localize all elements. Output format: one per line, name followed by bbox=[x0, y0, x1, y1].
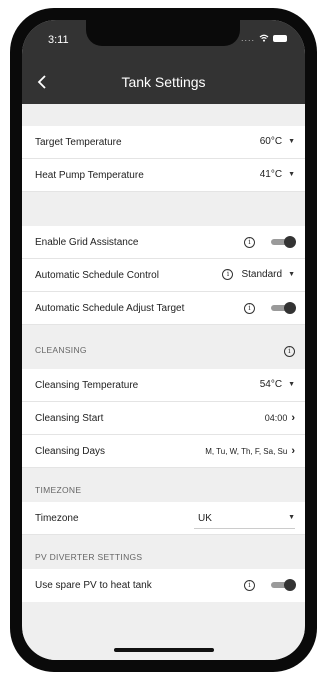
info-icon[interactable]: i bbox=[244, 579, 255, 591]
cleansing-days-value: M, Tu, W, Th, F, Sa, Su bbox=[205, 446, 288, 456]
caret-down-icon: ▼ bbox=[288, 514, 295, 521]
settings-list: Target Temperature 60°C ▼ Heat Pump Temp… bbox=[22, 104, 305, 602]
use-spare-pv-toggle[interactable] bbox=[271, 579, 296, 591]
timezone-section-header: TIMEZONE bbox=[22, 468, 305, 502]
heat-pump-temperature-row[interactable]: Heat Pump Temperature 41°C ▼ bbox=[22, 159, 305, 192]
cleansing-start-value: 04:00 bbox=[264, 413, 288, 423]
enable-grid-assistance-toggle[interactable] bbox=[271, 236, 296, 248]
toggle-knob bbox=[284, 236, 296, 248]
caret-down-icon: ▼ bbox=[288, 138, 295, 145]
cleansing-start-row[interactable]: Cleansing Start 04:00 › bbox=[22, 402, 305, 435]
enable-grid-assistance-row: Enable Grid Assistance i bbox=[22, 226, 305, 259]
target-temperature-label: Target Temperature bbox=[35, 137, 122, 148]
home-indicator[interactable] bbox=[114, 648, 214, 652]
timezone-select-underline bbox=[194, 528, 295, 529]
enable-grid-assistance-label: Enable Grid Assistance bbox=[35, 237, 139, 248]
use-spare-pv-label: Use spare PV to heat tank bbox=[35, 580, 152, 591]
use-spare-pv-controls: i bbox=[244, 579, 296, 591]
automatic-schedule-adjust-row: Automatic Schedule Adjust Target i bbox=[22, 292, 305, 325]
screen: 3:11 .... Tank Settings Target Temperatu… bbox=[22, 20, 305, 660]
info-icon[interactable]: i bbox=[244, 302, 255, 314]
cleansing-temperature-label: Cleansing Temperature bbox=[35, 380, 139, 391]
target-temperature-row[interactable]: Target Temperature 60°C ▼ bbox=[22, 126, 305, 159]
toggle-knob bbox=[284, 579, 296, 591]
caret-down-icon: ▼ bbox=[288, 171, 295, 178]
battery-icon bbox=[273, 34, 287, 42]
cleansing-section-header: CLEANSING i bbox=[22, 325, 305, 369]
use-spare-pv-row: Use spare PV to heat tank i bbox=[22, 569, 305, 602]
automatic-schedule-adjust-label: Automatic Schedule Adjust Target bbox=[35, 303, 185, 314]
cleansing-start-value-group: 04:00 › bbox=[265, 412, 295, 424]
automatic-schedule-control-value: Standard bbox=[241, 269, 283, 280]
pv-diverter-header-label: PV DIVERTER SETTINGS bbox=[35, 552, 143, 562]
cleansing-temperature-select[interactable]: 54°C ▼ bbox=[260, 379, 295, 390]
heat-pump-temperature-label: Heat Pump Temperature bbox=[35, 170, 144, 181]
heat-pump-temperature-value: 41°C bbox=[259, 169, 283, 180]
automatic-schedule-adjust-controls: i bbox=[244, 302, 296, 314]
info-icon[interactable]: i bbox=[222, 269, 234, 280]
automatic-schedule-adjust-toggle[interactable] bbox=[271, 302, 296, 314]
page-title: Tank Settings bbox=[121, 74, 206, 90]
timezone-row[interactable]: Timezone UK ▼ bbox=[22, 502, 305, 535]
info-icon[interactable]: i bbox=[284, 346, 295, 357]
nav-bar: Tank Settings bbox=[22, 60, 305, 104]
signal-icon: .... bbox=[240, 33, 255, 43]
cleansing-days-row[interactable]: Cleansing Days M, Tu, W, Th, F, Sa, Su › bbox=[22, 435, 305, 468]
cleansing-days-label: Cleansing Days bbox=[35, 446, 106, 457]
caret-down-icon: ▼ bbox=[288, 271, 295, 278]
phone-frame: 3:11 .... Tank Settings Target Temperatu… bbox=[10, 8, 317, 672]
wifi-icon bbox=[259, 34, 269, 42]
automatic-schedule-control-label: Automatic Schedule Control bbox=[35, 270, 159, 281]
timezone-header-label: TIMEZONE bbox=[35, 485, 82, 495]
automatic-schedule-control-controls: i Standard ▼ bbox=[222, 269, 295, 280]
cleansing-days-value-group: M, Tu, W, Th, F, Sa, Su › bbox=[205, 445, 295, 457]
automatic-schedule-control-row: Automatic Schedule Control i Standard ▼ bbox=[22, 259, 305, 292]
pv-diverter-section-header: PV DIVERTER SETTINGS bbox=[22, 535, 305, 569]
heat-pump-temperature-select[interactable]: 41°C ▼ bbox=[260, 169, 295, 180]
target-temperature-value: 60°C bbox=[259, 136, 283, 147]
timezone-value[interactable]: UK bbox=[198, 513, 212, 524]
chevron-right-icon: › bbox=[291, 412, 295, 424]
status-time: 3:11 bbox=[48, 34, 69, 46]
target-temperature-select[interactable]: 60°C ▼ bbox=[260, 136, 295, 147]
info-icon[interactable]: i bbox=[244, 236, 255, 248]
section-spacer bbox=[22, 104, 305, 126]
cleansing-header-label: CLEANSING bbox=[35, 345, 87, 355]
toggle-knob bbox=[284, 302, 296, 314]
chevron-right-icon: › bbox=[291, 445, 295, 457]
timezone-label: Timezone bbox=[35, 513, 79, 524]
cleansing-start-label: Cleansing Start bbox=[35, 413, 104, 424]
notch bbox=[86, 20, 240, 46]
cleansing-temperature-value: 54°C bbox=[259, 379, 283, 390]
status-bar: 3:11 .... bbox=[22, 20, 305, 60]
caret-down-icon: ▼ bbox=[288, 381, 295, 388]
section-spacer bbox=[22, 192, 305, 226]
enable-grid-assistance-controls: i bbox=[244, 236, 296, 248]
home-indicator-area bbox=[22, 632, 305, 660]
status-indicators: .... bbox=[241, 33, 287, 43]
cleansing-temperature-row[interactable]: Cleansing Temperature 54°C ▼ bbox=[22, 369, 305, 402]
automatic-schedule-control-select[interactable]: Standard ▼ bbox=[241, 269, 295, 280]
